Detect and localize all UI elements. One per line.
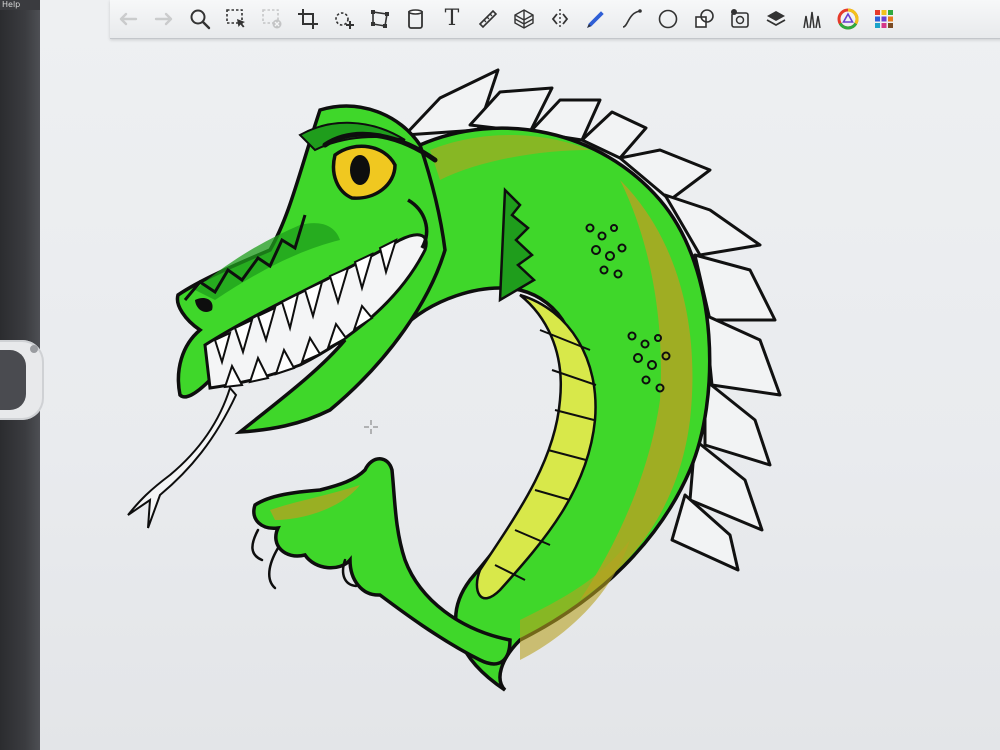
dragon-claw [252,457,512,666]
dragon-tongue [127,385,238,529]
screen: Help T [0,0,1000,750]
dragon-artwork [127,68,782,692]
crosshair-cursor-icon [364,420,378,434]
